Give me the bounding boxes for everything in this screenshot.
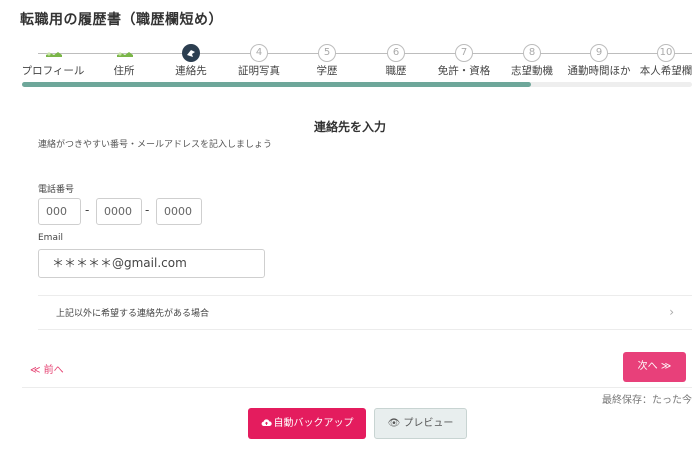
- eye-icon: 👁: [387, 418, 401, 429]
- preview-button[interactable]: 👁 プレビュー: [374, 408, 467, 439]
- step-number: 8: [523, 44, 541, 62]
- other-contact-label: 上記以外に希望する連絡先がある場合: [56, 309, 210, 319]
- auto-backup-button[interactable]: 自動バックアップ: [248, 408, 366, 439]
- step-label: 学歴: [316, 65, 338, 77]
- step-number: 9: [590, 44, 608, 62]
- email-field[interactable]: ＊＊＊＊＊@gmail.com: [38, 249, 265, 278]
- prev-link[interactable]: ≪ 前へ: [30, 361, 64, 376]
- step-label: 本人希望欄: [639, 65, 693, 77]
- chevron-right-icon: ›: [669, 305, 674, 319]
- email-label: Email: [38, 233, 63, 243]
- auto-backup-label: 自動バックアップ: [273, 418, 354, 429]
- step-number: 6: [387, 44, 405, 62]
- other-contact-row[interactable]: 上記以外に希望する連絡先がある場合 ›: [38, 296, 692, 329]
- preview-label: プレビュー: [403, 418, 454, 429]
- step-label: プロフィール: [21, 65, 85, 77]
- phone-field-3[interactable]: 0000: [156, 198, 202, 225]
- current-step-icon: [182, 44, 200, 62]
- check-icon: [44, 44, 62, 62]
- page-title: 転職用の履歴書（職歴欄短め）: [20, 12, 223, 28]
- progress-bar: [22, 82, 692, 87]
- progress-bar-fill: [22, 82, 532, 87]
- section-subtitle: 連絡がつきやすい番号・メールアドレスを記入しましょう: [38, 140, 273, 150]
- next-button[interactable]: 次へ ≫: [623, 352, 686, 382]
- phone-field-1[interactable]: 000: [38, 198, 81, 225]
- phone-separator: -: [145, 203, 150, 217]
- divider: [38, 329, 692, 330]
- step-1[interactable]: プロフィール: [13, 44, 93, 78]
- step-10[interactable]: 10 本人希望欄: [626, 44, 700, 78]
- step-number: 4: [250, 44, 268, 62]
- step-number: 7: [455, 44, 473, 62]
- check-icon: [115, 44, 133, 62]
- divider: [22, 387, 692, 388]
- phone-separator: -: [85, 203, 90, 217]
- phone-label: 電話番号: [38, 185, 75, 195]
- step-number: 5: [318, 44, 336, 62]
- cloud-upload-icon: [261, 419, 272, 427]
- step-number: 10: [657, 44, 675, 62]
- phone-field-2[interactable]: 0000: [96, 198, 142, 225]
- section-title: 連絡先を入力: [313, 120, 386, 134]
- step-5[interactable]: 5 学歴: [287, 44, 367, 78]
- last-saved-status: 最終保存：たった今: [602, 395, 692, 406]
